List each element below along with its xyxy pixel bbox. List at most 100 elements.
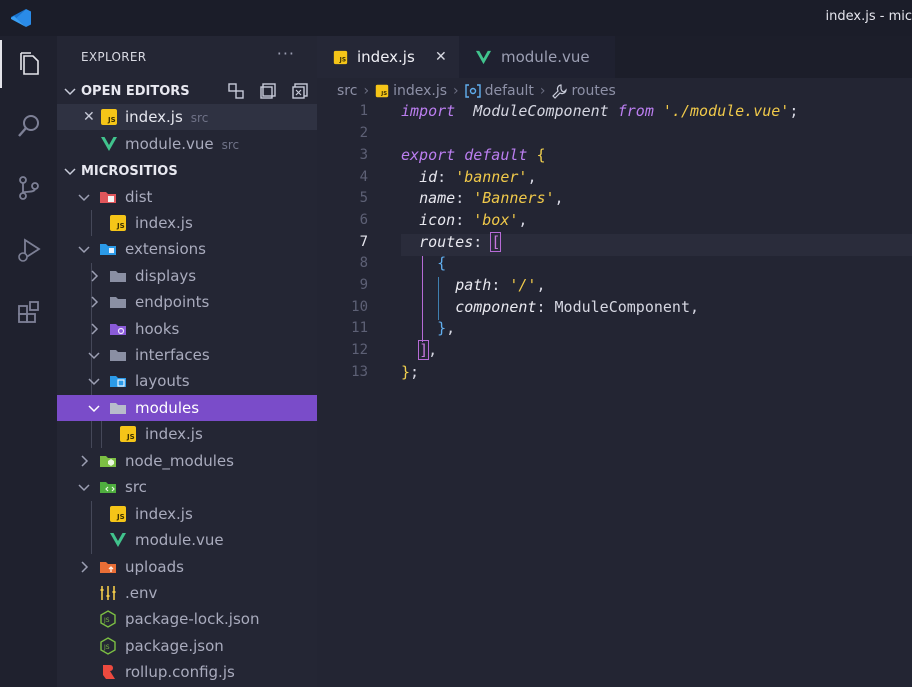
extensions-icon[interactable] xyxy=(0,288,57,336)
nodejs-file-icon: JS xyxy=(100,610,116,628)
code-editor[interactable]: 1 2 3 4 5 6 7 8 9 10 11 12 13 import Mod… xyxy=(317,102,912,687)
window-title: index.js - mic xyxy=(825,9,912,24)
js-file-icon: JS xyxy=(101,109,117,125)
code-line: ], xyxy=(418,340,438,360)
env-file-icon xyxy=(100,586,116,600)
close-tab-icon[interactable]: ✕ xyxy=(435,49,447,65)
folder-open-icon xyxy=(110,403,126,414)
js-file-icon: JS xyxy=(110,215,126,231)
project-section[interactable]: MICROSITIOS xyxy=(57,158,317,184)
symbol-module-icon xyxy=(464,84,481,98)
explorer-icon[interactable] xyxy=(0,40,57,88)
line-number: 11 xyxy=(351,320,368,336)
tree-file[interactable]: rollup.config.js xyxy=(57,659,317,685)
open-editor-name: index.js src xyxy=(125,108,209,126)
tree-folder-extensions[interactable]: extensions xyxy=(57,236,317,262)
line-number: 7 xyxy=(359,234,368,250)
code-line: import ModuleComponent from './module.vu… xyxy=(401,102,799,120)
tree-file[interactable]: JS index.js xyxy=(57,210,317,236)
chevron-down-icon xyxy=(78,484,90,492)
breadcrumb: src › JS index.js › default › routes xyxy=(337,83,616,99)
chevron-right-icon xyxy=(91,270,99,282)
svg-text:JS: JS xyxy=(126,433,135,441)
source-control-icon[interactable] xyxy=(0,164,57,212)
vue-file-icon xyxy=(101,137,117,151)
breadcrumb-item[interactable]: src xyxy=(337,83,357,99)
line-number: 6 xyxy=(359,212,368,228)
new-untitled-file-icon[interactable] xyxy=(227,82,245,100)
tree-folder-endpoints[interactable]: endpoints xyxy=(57,289,317,315)
line-number: 13 xyxy=(351,364,368,380)
tree-folder-layouts[interactable]: layouts xyxy=(57,368,317,394)
dist-folder-icon xyxy=(100,192,116,203)
tab-module-vue[interactable]: module.vue xyxy=(459,36,615,78)
vue-file-icon xyxy=(475,50,492,65)
tree-file[interactable]: JS index.js xyxy=(57,501,317,527)
js-file-icon: JS xyxy=(120,426,136,442)
chevron-down-icon xyxy=(88,405,100,413)
explorer-title: EXPLORER xyxy=(81,50,147,64)
open-editor-name: module.vue src xyxy=(125,135,240,153)
breadcrumb-item[interactable]: default xyxy=(485,83,534,99)
close-icon[interactable]: ✕ xyxy=(83,109,95,125)
line-number: 2 xyxy=(359,125,368,141)
line-number: 8 xyxy=(359,255,368,271)
tree-folder-displays[interactable]: displays xyxy=(57,263,317,289)
save-all-icon[interactable] xyxy=(259,82,277,100)
open-editor-item[interactable]: ✕ JS index.js src xyxy=(57,104,317,130)
folder-open-icon xyxy=(110,350,126,361)
js-file-icon: JS xyxy=(375,84,389,98)
chevron-right-icon xyxy=(81,561,89,573)
uploads-folder-icon xyxy=(100,562,116,573)
chevron-down-icon xyxy=(78,194,90,202)
vscode-logo-icon xyxy=(11,9,31,27)
folder-icon xyxy=(110,271,126,282)
tree-file[interactable]: .env xyxy=(57,580,317,606)
activity-bar xyxy=(0,36,57,687)
tree-folder-modules[interactable]: modules xyxy=(57,395,317,421)
tree-file[interactable]: JS package.json xyxy=(57,633,317,659)
wrench-icon xyxy=(552,84,568,99)
line-number: 9 xyxy=(359,277,368,293)
search-icon[interactable] xyxy=(0,102,57,150)
chevron-down-icon xyxy=(64,168,76,176)
js-file-icon: JS xyxy=(110,506,126,522)
tab-index-js[interactable]: JS index.js ✕ xyxy=(317,36,459,78)
rollup-file-icon xyxy=(103,665,115,679)
run-debug-icon[interactable] xyxy=(0,226,57,274)
code-line: }, xyxy=(437,319,456,337)
js-file-icon: JS xyxy=(333,50,348,65)
more-actions-icon[interactable]: ··· xyxy=(277,44,295,63)
svg-text:JS: JS xyxy=(116,513,125,521)
breadcrumb-item[interactable]: routes xyxy=(571,83,615,99)
tree-file[interactable]: JS package-lock.json xyxy=(57,606,317,632)
line-number: 10 xyxy=(351,299,368,315)
vue-file-icon xyxy=(110,533,126,547)
code-line: path: '/', xyxy=(455,276,546,294)
chevron-right-icon xyxy=(81,455,89,467)
explorer-sidebar: EXPLORER ··· OPEN EDITORS ✕ JS index.js s… xyxy=(57,36,317,687)
line-number: 12 xyxy=(351,342,368,358)
tree-folder-node-modules[interactable]: node_modules xyxy=(57,448,317,474)
tree-folder-hooks[interactable]: hooks xyxy=(57,316,317,342)
tree-folder-interfaces[interactable]: interfaces xyxy=(57,342,317,368)
open-editors-section[interactable]: OPEN EDITORS xyxy=(57,78,317,104)
tree-folder-uploads[interactable]: uploads xyxy=(57,554,317,580)
chevron-down-icon xyxy=(64,88,76,96)
tree-file[interactable]: JS index.js xyxy=(57,421,317,447)
chevron-down-icon xyxy=(78,246,90,254)
close-all-editors-icon[interactable] xyxy=(291,82,309,100)
folder-icon xyxy=(110,297,126,308)
svg-text:JS: JS xyxy=(107,116,116,124)
tab-label: index.js xyxy=(357,48,415,66)
open-editors-label: OPEN EDITORS xyxy=(81,83,190,99)
open-editor-item[interactable]: module.vue src xyxy=(57,131,317,157)
tree-folder-src[interactable]: src xyxy=(57,474,317,500)
line-number: 3 xyxy=(359,147,368,163)
node-modules-folder-icon xyxy=(100,456,116,467)
breadcrumb-item[interactable]: index.js xyxy=(393,83,447,99)
tree-file[interactable]: module.vue xyxy=(57,527,317,553)
code-line: }; xyxy=(401,363,420,381)
tree-folder-dist[interactable]: dist xyxy=(57,184,317,210)
chevron-right-icon xyxy=(91,296,99,308)
